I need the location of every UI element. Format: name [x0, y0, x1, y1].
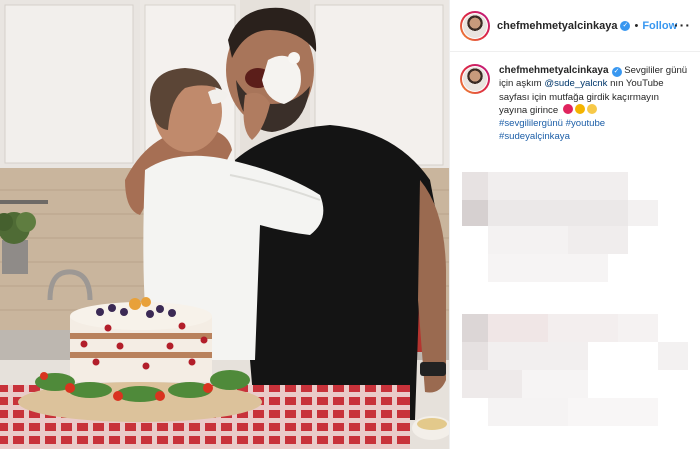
verified-badge-icon: ✓: [611, 67, 622, 77]
hashtag-sevgililergunu[interactable]: #sevgililergünü: [499, 118, 563, 129]
laughing-emoji-icon: [586, 103, 597, 114]
post-caption: chefmehmetyalcinkaya ✓ Sevgililer günü iç…: [460, 64, 696, 144]
caption-text: chefmehmetyalcinkaya ✓ Sevgililer günü iç…: [499, 64, 689, 144]
hashtag-sudeyalcinkaya[interactable]: #sudeyalçinkaya: [499, 131, 570, 142]
hashtag-youtube[interactable]: #youtube: [566, 118, 605, 129]
post-side-panel: chefmehmetyalcinkaya ✓ • Follow ··· chef…: [449, 0, 700, 449]
heart-eyes-emoji-icon: [574, 103, 585, 114]
author-username[interactable]: chefmehmetyalcinkaya: [497, 20, 617, 32]
photo-illustration: [0, 0, 449, 449]
caption-username[interactable]: chefmehmetyalcinkaya: [499, 65, 609, 76]
post-photo[interactable]: [0, 0, 449, 449]
caption-avatar[interactable]: [460, 64, 490, 94]
author-avatar[interactable]: [460, 10, 490, 41]
verified-badge-icon: ✓: [620, 20, 631, 31]
header-separator: •: [634, 19, 639, 32]
instagram-post: chefmehmetyalcinkaya ✓ • Follow ··· chef…: [0, 0, 700, 449]
follow-button[interactable]: Follow: [642, 20, 677, 32]
post-header: chefmehmetyalcinkaya ✓ • Follow ···: [450, 0, 700, 52]
caption-mention[interactable]: @sude_yalcnk: [544, 78, 607, 89]
more-options-icon[interactable]: ···: [674, 17, 691, 33]
blurred-comments: [450, 160, 700, 449]
heart-emoji-icon: [562, 103, 573, 114]
